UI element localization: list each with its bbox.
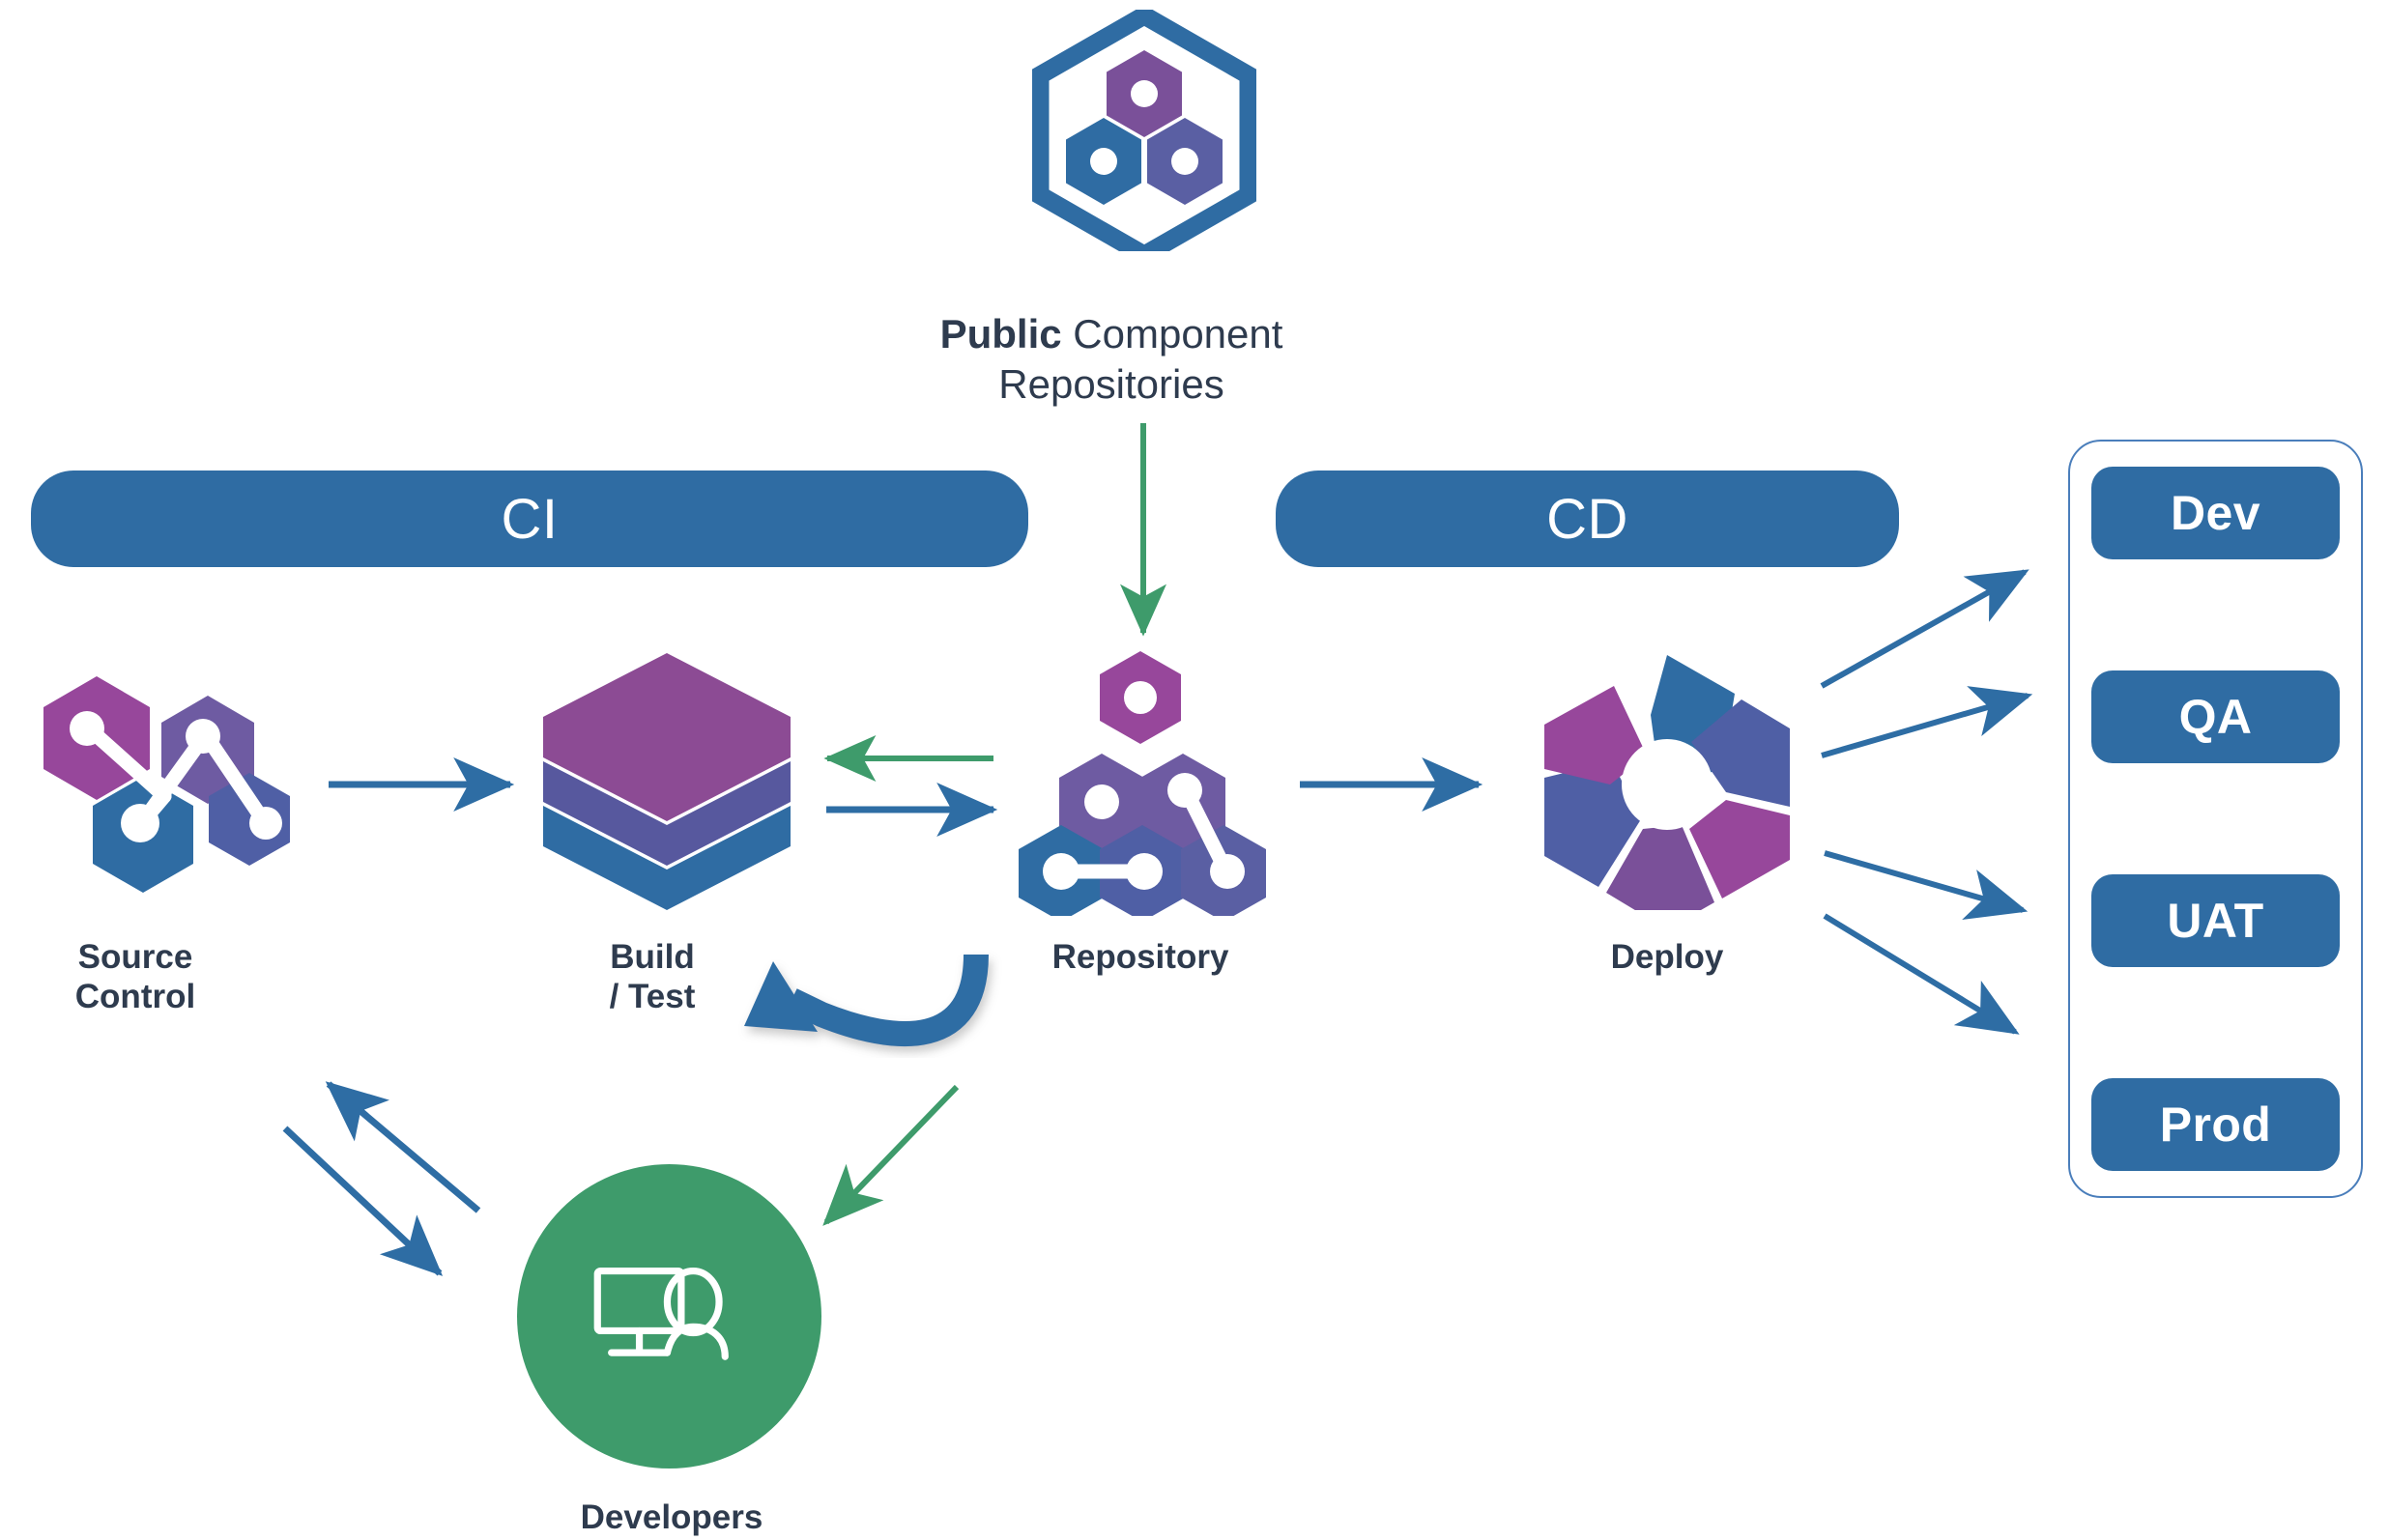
caption-bold-word: Public: [939, 311, 1062, 356]
build-test-label: Build / Test: [609, 938, 696, 1016]
pinwheel-hexagon-icon: [1544, 655, 1790, 929]
public-repositories-caption: Public Component Repositories: [850, 309, 1372, 410]
source-control-node[interactable]: [29, 649, 300, 910]
build-test-node[interactable]: [537, 649, 796, 910]
cicd-pipeline-diagram: Public Component Repositories CI CD Sour…: [0, 0, 2389, 1540]
environment-label-qa: QA: [2178, 690, 2253, 744]
developers-label: Developers: [580, 1498, 763, 1536]
environment-pill-prod[interactable]: Prod: [2091, 1078, 2340, 1171]
repository-node[interactable]: [1005, 645, 1276, 922]
source-control-label: Source Control: [74, 938, 196, 1016]
arrow-deploy-to-prod: [1823, 913, 2020, 1035]
environment-label-prod: Prod: [2159, 1098, 2272, 1152]
environments-panel: Dev QA UAT Prod: [2068, 440, 2363, 1198]
environment-label-uat: UAT: [2167, 894, 2264, 948]
deploy-node[interactable]: [1537, 649, 1798, 929]
developer-monitor-icon: [593, 1267, 729, 1360]
arrow-deploy-to-dev: [1820, 569, 2029, 689]
developers-node[interactable]: [517, 1164, 821, 1469]
caption-line-two: Repositories: [998, 361, 1224, 408]
hexagon-network-icon: [43, 676, 290, 893]
phase-banner-cd[interactable]: CD: [1276, 471, 1899, 567]
arrow-repository-to-developers: [822, 1084, 960, 1226]
arrow-developers-to-source: [325, 1081, 481, 1213]
hexagon-cluster-icon: [1019, 651, 1266, 922]
public-repositories-node: [1030, 5, 1258, 266]
caption-rest-word: Component: [1061, 311, 1283, 356]
repository-label: Repository: [1051, 938, 1229, 976]
phase-banner-ci[interactable]: CI: [31, 471, 1028, 567]
arrow-deploy-to-uat: [1824, 850, 2029, 921]
arrow-deploy-to-qa: [1821, 686, 2033, 758]
phase-banner-cd-label: CD: [1546, 487, 1628, 551]
environment-label-dev: Dev: [2171, 486, 2260, 540]
hexagon-honeycomb-icon: [1030, 5, 1258, 266]
arrow-source-to-developers: [282, 1126, 444, 1276]
phase-banner-ci-label: CI: [501, 487, 559, 551]
environment-pill-uat[interactable]: UAT: [2091, 874, 2340, 967]
layered-hexagon-icon: [543, 653, 791, 910]
environment-pill-dev[interactable]: Dev: [2091, 467, 2340, 559]
environment-pill-qa[interactable]: QA: [2091, 670, 2340, 763]
deploy-label: Deploy: [1610, 938, 1724, 976]
